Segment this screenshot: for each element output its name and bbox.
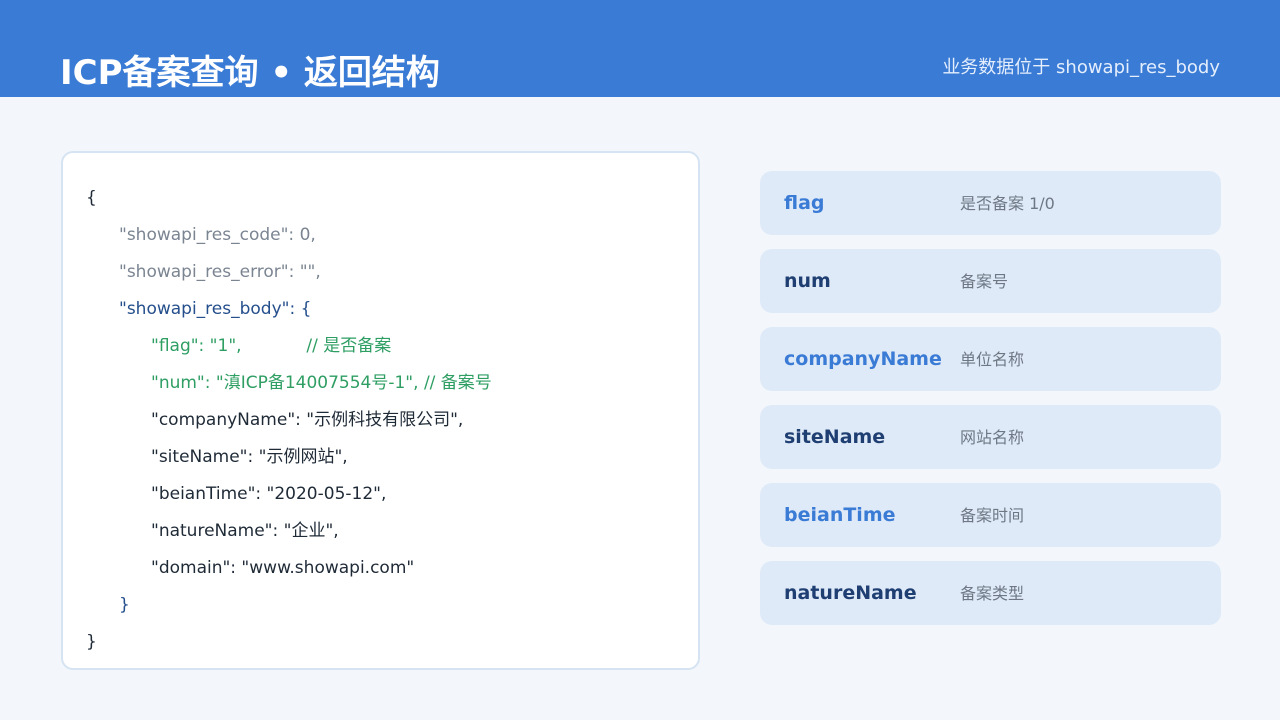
code-line-open-brace: { — [86, 188, 97, 208]
field-key: beianTime — [784, 504, 896, 526]
field-key: natureName — [784, 582, 917, 604]
code-line-domain: "domain": "www.showapi.com" — [151, 558, 415, 578]
field-description: 备案号 — [960, 272, 1009, 291]
field-description: 备案类型 — [960, 584, 1025, 603]
code-line-num: "num": "滇ICP备14007554号-1", // 备案号 — [151, 373, 492, 393]
field-key: companyName — [784, 348, 942, 370]
field-row-site-name: siteName 网站名称 — [760, 405, 1221, 469]
field-row-flag: flag 是否备案 1/0 — [760, 171, 1221, 235]
code-line-res-code: "showapi_res_code": 0, — [119, 225, 316, 245]
field-row-company-name: companyName 单位名称 — [760, 327, 1221, 391]
code-line-beian-time: "beianTime": "2020-05-12", — [151, 484, 387, 504]
code-line-company-name: "companyName": "示例科技有限公司", — [151, 410, 464, 430]
field-description: 单位名称 — [960, 350, 1025, 369]
header-bar: ICP备案查询 • 返回结构 业务数据位于 showapi_res_body — [0, 0, 1280, 97]
code-line-close-brace: } — [86, 632, 97, 652]
page-title: ICP备案查询 • 返回结构 — [60, 53, 440, 93]
code-line-nature-name: "natureName": "企业", — [151, 521, 339, 541]
field-description: 备案时间 — [960, 506, 1025, 525]
code-panel: { "showapi_res_code": 0, "showapi_res_er… — [61, 151, 700, 670]
code-line-flag: "flag": "1", // 是否备案 — [151, 336, 392, 356]
field-description: 网站名称 — [960, 428, 1025, 447]
code-line-res-body: "showapi_res_body": { — [119, 299, 312, 319]
field-row-beian-time: beianTime 备案时间 — [760, 483, 1221, 547]
field-key: flag — [784, 192, 825, 214]
field-key: num — [784, 270, 831, 292]
field-row-num: num 备案号 — [760, 249, 1221, 313]
page-subtitle: 业务数据位于 showapi_res_body — [942, 57, 1220, 78]
field-description: 是否备案 1/0 — [960, 194, 1055, 213]
code-line-res-error: "showapi_res_error": "", — [119, 262, 321, 282]
code-line-site-name: "siteName": "示例网站", — [151, 447, 348, 467]
field-key: siteName — [784, 426, 886, 448]
code-line-body-close-brace: } — [119, 595, 130, 615]
field-row-nature-name: natureName 备案类型 — [760, 561, 1221, 625]
